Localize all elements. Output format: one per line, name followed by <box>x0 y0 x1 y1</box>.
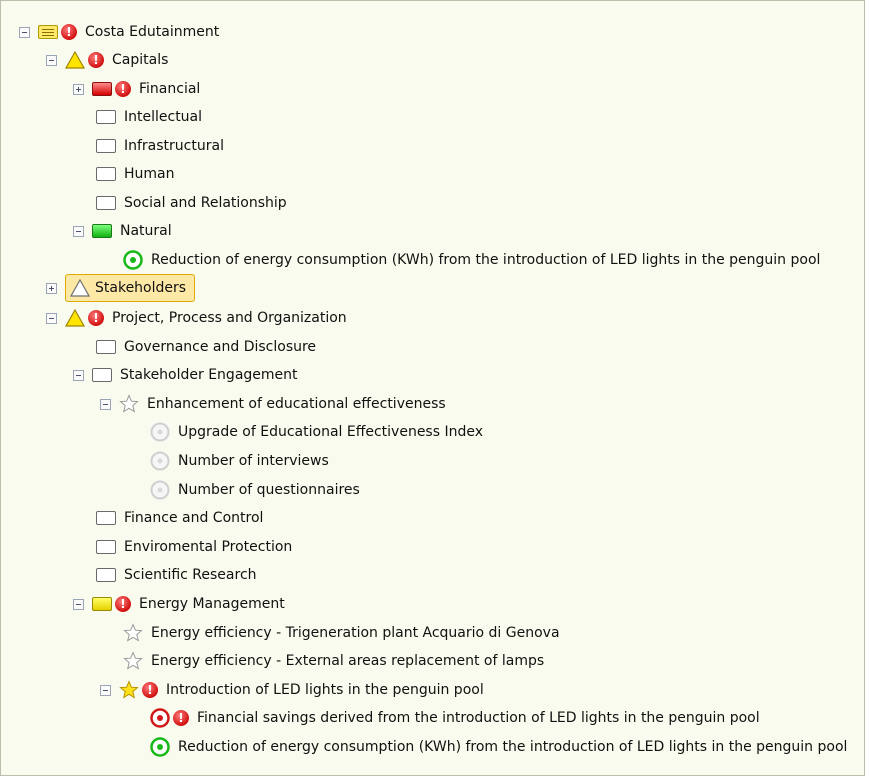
tree-node-label: Energy efficiency - Trigeneration plant … <box>151 625 560 641</box>
target-icon <box>150 708 170 728</box>
empty-status-icon <box>96 340 116 354</box>
error-exclamation-icon: ! <box>115 81 131 97</box>
empty-status-icon <box>96 511 116 525</box>
tree-node-energy-mgmt[interactable]: ! Energy Management <box>73 593 285 615</box>
error-exclamation-icon: ! <box>142 682 158 698</box>
tree-node-label: Upgrade of Educational Effectiveness Ind… <box>178 424 484 440</box>
tree-node-finance-control[interactable]: Finance and Control <box>96 507 263 529</box>
tree-node-infrastructural[interactable]: Infrastructural <box>96 135 224 157</box>
tree-node-led-intro[interactable]: ! Introduction of LED lights in the peng… <box>100 679 484 701</box>
target-icon <box>150 480 170 500</box>
list-icon <box>38 25 58 39</box>
tree-node-external-lamps[interactable]: Energy efficiency - External areas repla… <box>123 650 544 672</box>
target-icon <box>123 250 143 270</box>
tree-node-capitals[interactable]: ! Capitals <box>46 49 168 71</box>
tree-node-natural[interactable]: Natural <box>73 220 172 242</box>
star-icon <box>123 651 143 670</box>
tree-node-label: Enviromental Protection <box>124 539 293 555</box>
warning-triangle-icon <box>65 51 85 69</box>
tree-node-scientific[interactable]: Scientific Research <box>96 564 257 586</box>
empty-status-icon <box>96 139 116 153</box>
selected-node-highlight[interactable]: Stakeholders <box>65 274 196 302</box>
target-icon <box>150 451 170 471</box>
error-exclamation-icon: ! <box>88 52 104 68</box>
green-status-icon <box>92 224 112 238</box>
tree-node-label: Project, Process and Organization <box>112 310 347 326</box>
tree-node-label: Capitals <box>112 52 169 68</box>
tree-node-upgrade[interactable]: Upgrade of Educational Effectiveness Ind… <box>150 421 483 443</box>
tree-node-label: Stakeholders <box>95 280 187 296</box>
tree-node-label: Number of questionnaires <box>178 482 360 498</box>
collapse-toggle[interactable] <box>73 225 84 237</box>
tree-node-label: Energy efficiency - External areas repla… <box>151 653 545 669</box>
warning-triangle-icon <box>70 279 90 297</box>
empty-status-icon <box>92 368 112 382</box>
error-exclamation-icon: ! <box>115 596 131 612</box>
tree-node-label: Introduction of LED lights in the pengui… <box>166 682 484 698</box>
warning-triangle-icon <box>65 309 85 327</box>
tree-node-trigeneration[interactable]: Energy efficiency - Trigeneration plant … <box>123 622 560 644</box>
tree-node-label: Intellectual <box>124 109 203 125</box>
tree-node-financial-savings[interactable]: ! Financial savings derived from the int… <box>150 707 760 729</box>
tree-node-label: Costa Edutainment <box>85 24 220 40</box>
tree-node-engagement[interactable]: Stakeholder Engagement <box>73 364 298 386</box>
expand-toggle[interactable] <box>46 282 57 294</box>
tree-node-label: Financial <box>139 81 201 97</box>
tree-node-human[interactable]: Human <box>96 163 175 185</box>
tree-node-label: Reduction of energy consumption (KWh) fr… <box>178 739 848 755</box>
empty-status-icon <box>96 568 116 582</box>
tree-node-label: Governance and Disclosure <box>124 339 317 355</box>
yellow-status-icon <box>92 597 112 611</box>
error-exclamation-icon: ! <box>61 24 77 40</box>
tree-node-natural-goal[interactable]: Reduction of energy consumption (KWh) fr… <box>123 249 820 271</box>
empty-status-icon <box>96 110 116 124</box>
tree-node-governance[interactable]: Governance and Disclosure <box>96 336 316 358</box>
tree-node-questionnaires[interactable]: Number of questionnaires <box>150 479 360 501</box>
star-icon <box>119 394 139 413</box>
tree-node-label: Number of interviews <box>178 453 329 469</box>
tree-node-interviews[interactable]: Number of interviews <box>150 450 329 472</box>
tree-node-social[interactable]: Social and Relationship <box>96 192 287 214</box>
tree-node-label: Energy Management <box>139 596 285 612</box>
tree-node-label: Human <box>124 166 175 182</box>
tree-panel: ! Costa Edutainment ! Capitals ! Financi… <box>0 0 865 776</box>
target-icon <box>150 422 170 442</box>
tree-node-label: Stakeholder Engagement <box>120 367 298 383</box>
collapse-toggle[interactable] <box>46 312 57 324</box>
tree-node-label: Financial savings derived from the intro… <box>197 710 760 726</box>
tree-node-stakeholders[interactable]: Stakeholders <box>46 274 196 302</box>
star-icon <box>123 623 143 642</box>
error-exclamation-icon: ! <box>88 310 104 326</box>
error-exclamation-icon: ! <box>173 710 189 726</box>
tree-node-label: Reduction of energy consumption (KWh) fr… <box>151 252 821 268</box>
tree-node-label: Scientific Research <box>124 567 257 583</box>
collapse-toggle[interactable] <box>100 684 111 696</box>
expand-toggle[interactable] <box>73 83 84 95</box>
empty-status-icon <box>96 196 116 210</box>
tree-node-label: Infrastructural <box>124 138 224 154</box>
tree-node-label: Social and Relationship <box>124 195 287 211</box>
red-status-icon <box>92 82 112 96</box>
tree-node-label: Finance and Control <box>124 510 264 526</box>
tree-node-label: Natural <box>120 223 172 239</box>
collapse-toggle[interactable] <box>100 398 111 410</box>
tree-node-enhancement[interactable]: Enhancement of educational effectiveness <box>100 393 446 415</box>
tree-node-energy-reduction[interactable]: Reduction of energy consumption (KWh) fr… <box>150 736 847 758</box>
collapse-toggle[interactable] <box>73 369 84 381</box>
empty-status-icon <box>96 540 116 554</box>
tree-node-label: Enhancement of educational effectiveness <box>147 396 446 412</box>
tree-node-ppo[interactable]: ! Project, Process and Organization <box>46 307 347 329</box>
collapse-toggle[interactable] <box>19 26 30 38</box>
collapse-toggle[interactable] <box>46 54 57 66</box>
star-icon <box>119 680 139 699</box>
target-icon <box>150 737 170 757</box>
tree-node-root[interactable]: ! Costa Edutainment <box>19 21 219 43</box>
collapse-toggle[interactable] <box>73 598 84 610</box>
tree-node-env-protection[interactable]: Enviromental Protection <box>96 536 292 558</box>
tree-node-intellectual[interactable]: Intellectual <box>96 106 202 128</box>
empty-status-icon <box>96 167 116 181</box>
tree-node-financial[interactable]: ! Financial <box>73 78 200 100</box>
